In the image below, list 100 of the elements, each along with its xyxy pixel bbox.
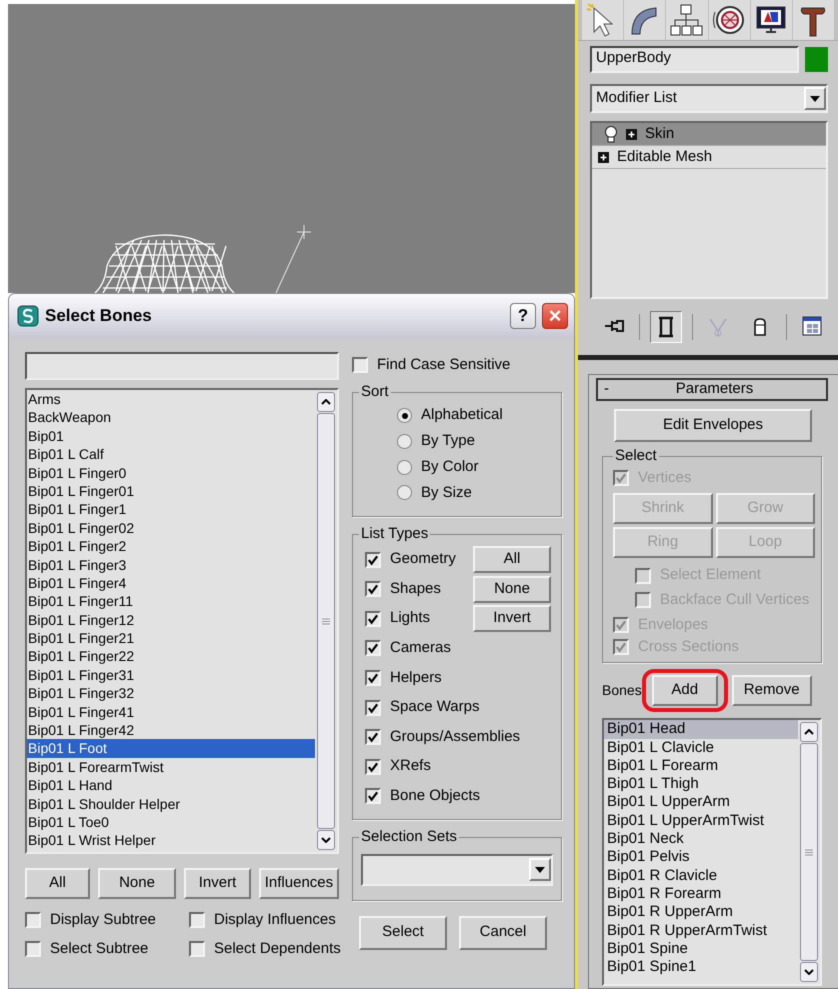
list-item[interactable]: Bip01 L Hand [27, 776, 315, 795]
list-item[interactable]: Bip01 Spine1 [604, 958, 798, 976]
list-item[interactable]: Bip01 L Calf [27, 445, 315, 464]
radio-button[interactable] [397, 485, 412, 500]
radio-button[interactable] [397, 434, 412, 449]
collapse-toggle[interactable]: - [604, 380, 609, 399]
dropdown-button[interactable] [529, 858, 551, 882]
selection-sets-dropdown[interactable] [361, 854, 553, 886]
modifier-list-dropdown[interactable]: Modifier List [590, 84, 828, 113]
list-item[interactable]: Bip01 L Toe0 [27, 812, 315, 832]
checkbox[interactable] [365, 700, 381, 716]
list-item[interactable]: Bip01 L Finger21 [27, 629, 315, 648]
edit-envelopes-button[interactable]: Edit Envelopes [614, 409, 812, 442]
list-type-button[interactable]: None [473, 576, 551, 603]
stack-tool-button[interactable] [650, 311, 682, 343]
list-item[interactable]: Bip01 R UpperArmTwist [604, 922, 798, 940]
list-item[interactable]: Bip01 L Finger31 [27, 666, 315, 684]
panel-tab[interactable] [666, 0, 708, 40]
list-item[interactable]: Bip01 Pelvis [604, 848, 798, 867]
list-item[interactable]: Bip01 L Finger41 [27, 702, 315, 722]
rollout-header[interactable]: - Parameters [596, 378, 828, 401]
list-item[interactable]: Bip01 L Finger1 [27, 500, 315, 519]
list-button[interactable]: Invert [184, 868, 251, 899]
list-item[interactable]: Bip01 R Clavicle [604, 866, 798, 885]
checkbox[interactable] [365, 640, 381, 656]
checkbox[interactable] [365, 552, 381, 568]
checkbox[interactable] [365, 729, 381, 746]
list-item[interactable]: Bip01 L Finger22 [27, 647, 315, 666]
stack-item[interactable]: Editable Mesh [592, 146, 826, 169]
list-item[interactable]: Bip01 L Finger32 [27, 684, 315, 703]
object-list[interactable] [25, 388, 339, 854]
list-item[interactable]: Bip01 L Thigh [604, 775, 798, 794]
list-button[interactable]: All [25, 868, 90, 899]
bone-button[interactable]: Remove [732, 675, 812, 706]
checkbox[interactable] [365, 610, 381, 627]
scrollbar-thumb[interactable] [317, 413, 335, 829]
list-item[interactable]: Bip01 R UpperArm [604, 903, 798, 922]
dialog-action-button[interactable]: Select [359, 916, 447, 950]
checkbox[interactable] [365, 581, 381, 598]
list-item[interactable]: BackWeapon [27, 408, 315, 427]
scroll-down-button[interactable] [800, 962, 818, 982]
stack-item[interactable]: Skin [592, 123, 826, 146]
modifier-stack[interactable]: Skin Editable Mesh [590, 121, 828, 299]
scroll-down-button[interactable] [317, 830, 335, 850]
scroll-up-button[interactable] [800, 722, 818, 742]
checkbox[interactable] [25, 941, 41, 958]
checkbox[interactable] [25, 912, 41, 928]
radio-button[interactable] [397, 408, 412, 424]
list-item[interactable]: Bip01 L Finger42 [27, 721, 315, 740]
checkbox[interactable] [189, 941, 205, 958]
object-name-field[interactable]: UpperBody [590, 46, 799, 73]
panel-tab[interactable] [582, 0, 624, 40]
list-button[interactable]: Influences [258, 868, 339, 899]
list-item[interactable]: Bip01 Neck [604, 830, 798, 848]
list-item[interactable]: Bip01 L Finger11 [27, 592, 315, 611]
expand-icon[interactable] [626, 128, 637, 140]
list-item[interactable]: Bip01 L Wrist Helper [27, 831, 315, 850]
list-item[interactable]: Bip01 L Shoulder Helper [27, 794, 315, 813]
list-item[interactable]: Bip01 L UpperArm [604, 793, 798, 812]
panel-tab[interactable] [624, 0, 666, 40]
close-button[interactable]: × [542, 303, 568, 329]
search-field[interactable] [25, 352, 339, 380]
panel-tab[interactable] [708, 0, 750, 40]
list-item[interactable]: Bip01 L ForearmTwist [27, 758, 315, 776]
list-item[interactable]: Bip01 [27, 426, 315, 446]
list-item[interactable]: Arms [27, 390, 315, 408]
panel-tab[interactable] [792, 0, 834, 40]
list-type-button[interactable]: All [473, 546, 551, 574]
dropdown-button[interactable] [804, 87, 826, 110]
list-type-button[interactable]: Invert [473, 605, 551, 632]
list-item[interactable]: Bip01 L Finger01 [27, 482, 315, 500]
list-item[interactable]: Bip01 L Finger0 [27, 464, 315, 482]
list-item[interactable]: Bip01 Head [604, 720, 798, 739]
list-item[interactable]: Bip01 L UpperArmTwist [604, 812, 798, 830]
list-item[interactable]: Bip01 L Finger02 [27, 518, 315, 538]
bone-button[interactable]: Add [652, 675, 718, 706]
list-item[interactable]: Bip01 L Forearm [604, 756, 798, 776]
list-item[interactable]: Bip01 L Finger12 [27, 610, 315, 630]
color-swatch[interactable] [805, 47, 828, 72]
bones-list[interactable] [602, 718, 822, 986]
checkbox[interactable] [365, 670, 381, 686]
list-item[interactable]: Bip01 L Clavicle [604, 738, 798, 757]
expand-icon[interactable] [598, 152, 609, 162]
list-item[interactable]: Bip01 Spine [604, 940, 798, 958]
checkbox[interactable] [352, 357, 368, 374]
list-item[interactable]: Bip01 L Finger2 [27, 537, 315, 556]
radio-button[interactable] [397, 460, 412, 475]
dialog-action-button[interactable]: Cancel [459, 916, 547, 950]
scroll-up-button[interactable] [317, 392, 335, 412]
list-button[interactable]: None [98, 868, 176, 899]
help-button[interactable]: ? [510, 303, 536, 329]
checkbox[interactable] [365, 788, 381, 804]
panel-tab[interactable] [750, 0, 792, 40]
list-item[interactable]: Bip01 L Finger3 [27, 556, 315, 574]
checkbox[interactable] [189, 912, 205, 928]
scrollbar-thumb[interactable] [800, 743, 818, 962]
list-item[interactable]: Bip01 L Foot [27, 739, 315, 758]
checkbox[interactable] [365, 758, 381, 775]
list-item[interactable]: Bip01 L Finger4 [27, 574, 315, 592]
list-item[interactable]: Bip01 R Forearm [604, 884, 798, 904]
